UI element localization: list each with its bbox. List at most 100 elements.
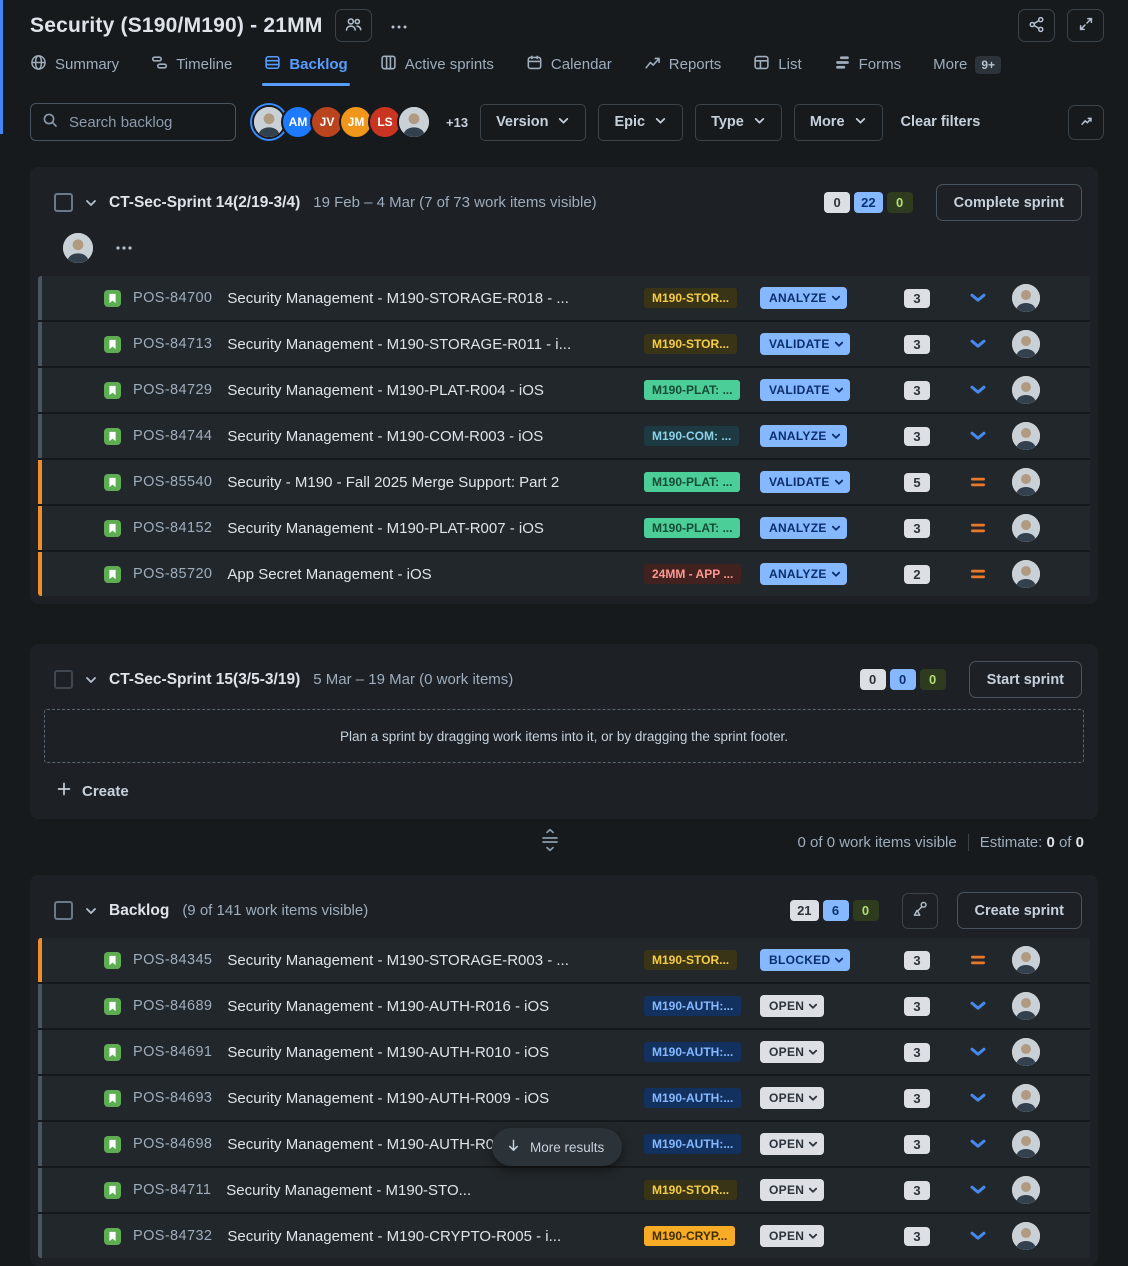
issue-title[interactable]: Security Management - M190-STORAGE-R018 … <box>227 290 644 307</box>
work-item-row[interactable]: POS-84732 Security Management - M190-CRYP… <box>38 1212 1090 1258</box>
assignee-avatar[interactable] <box>1012 376 1040 404</box>
tab-more[interactable]: More 9+ <box>933 56 1001 85</box>
estimate-badge[interactable]: 3 <box>904 335 929 354</box>
issue-title[interactable]: Security Management - M190-CRYPTO-R005 -… <box>227 1228 644 1245</box>
assignee-avatar[interactable] <box>1012 1038 1040 1066</box>
assignee-avatar[interactable] <box>1012 1176 1040 1204</box>
epic-tag[interactable]: M190-STOR... <box>644 334 737 354</box>
estimate-badge[interactable]: 3 <box>904 1135 929 1154</box>
search-input[interactable] <box>67 113 224 132</box>
issue-title[interactable]: Security Management - M190-COM-R003 - iO… <box>227 428 644 445</box>
estimate-badge[interactable]: 3 <box>904 427 929 446</box>
sprint-assignee-avatar[interactable] <box>63 233 93 263</box>
status-dropdown[interactable]: VALIDATE <box>760 379 850 401</box>
issue-title[interactable]: Security Management - M190-PLAT-R007 - i… <box>227 520 644 537</box>
work-item-row[interactable]: POS-84711 Security Management - M190-STO.… <box>38 1166 1090 1212</box>
view-settings-button[interactable] <box>902 893 938 929</box>
work-item-row[interactable]: POS-84345 Security Management - M190-STOR… <box>38 938 1090 982</box>
status-dropdown[interactable]: OPEN <box>760 1087 824 1109</box>
sprint-name[interactable]: CT-Sec-Sprint 14(2/19-3/4) <box>109 194 300 212</box>
assignee-avatar[interactable] <box>1012 946 1040 974</box>
estimate-badge[interactable]: 3 <box>904 519 929 538</box>
more-results-button[interactable]: More results <box>492 1128 622 1166</box>
status-dropdown[interactable]: ANALYZE <box>760 287 847 309</box>
issue-key[interactable]: POS-84698 <box>133 1136 212 1152</box>
user-avatar[interactable] <box>397 105 431 139</box>
epic-tag[interactable]: M190-AUTH:... <box>644 1134 741 1154</box>
status-dropdown[interactable]: ANALYZE <box>760 425 847 447</box>
avatar-overflow-count[interactable]: +13 <box>446 115 468 130</box>
status-dropdown[interactable]: VALIDATE <box>760 333 850 355</box>
estimate-badge[interactable]: 3 <box>904 1089 929 1108</box>
select-all-checkbox[interactable] <box>54 193 73 212</box>
assignee-avatar[interactable] <box>1012 1130 1040 1158</box>
issue-key[interactable]: POS-85720 <box>133 566 212 582</box>
epic-tag[interactable]: 24MM - APP ... <box>644 564 741 584</box>
assignee-avatar[interactable] <box>1012 330 1040 358</box>
issue-key[interactable]: POS-84732 <box>133 1228 212 1244</box>
issue-key[interactable]: POS-84693 <box>133 1090 212 1106</box>
work-item-row[interactable]: POS-84693 Security Management - M190-AUTH… <box>38 1074 1090 1120</box>
issue-title[interactable]: Security Management - M190-AUTH-R009 - i… <box>227 1090 644 1107</box>
assignee-avatar[interactable] <box>1012 992 1040 1020</box>
status-dropdown[interactable]: BLOCKED <box>760 949 850 971</box>
estimate-badge[interactable]: 3 <box>904 951 929 970</box>
epic-tag[interactable]: M190-PLAT: ... <box>644 518 740 538</box>
status-dropdown[interactable]: OPEN <box>760 1041 824 1063</box>
type-filter-dropdown[interactable]: Type <box>695 104 782 141</box>
issue-key[interactable]: POS-84729 <box>133 382 212 398</box>
status-dropdown[interactable]: OPEN <box>760 1225 824 1247</box>
status-dropdown[interactable]: OPEN <box>760 995 824 1017</box>
issue-key[interactable]: POS-84152 <box>133 520 212 536</box>
estimate-badge[interactable]: 3 <box>904 997 929 1016</box>
more-filter-dropdown[interactable]: More <box>794 104 883 141</box>
select-all-checkbox[interactable] <box>54 670 73 689</box>
epic-tag[interactable]: M190-PLAT: ... <box>644 380 740 400</box>
assignee-avatar[interactable] <box>1012 560 1040 588</box>
work-item-row[interactable]: POS-85540 Security - M190 - Fall 2025 Mer… <box>38 458 1090 504</box>
tab-reports[interactable]: Reports <box>644 54 722 86</box>
epic-tag[interactable]: M190-AUTH:... <box>644 1042 741 1062</box>
sprint-resize-handle-icon[interactable] <box>538 827 562 853</box>
epic-tag[interactable]: M190-STOR... <box>644 288 737 308</box>
epic-tag[interactable]: M190-STOR... <box>644 950 737 970</box>
insights-button[interactable] <box>1068 105 1104 140</box>
share-button[interactable] <box>1018 9 1055 42</box>
sprint-name[interactable]: CT-Sec-Sprint 15(3/5-3/19) <box>109 671 300 689</box>
collapse-chevron-icon[interactable] <box>84 904 98 918</box>
tab-summary[interactable]: Summary <box>30 54 119 86</box>
select-all-checkbox[interactable] <box>54 901 73 920</box>
start-sprint-button[interactable]: Start sprint <box>969 661 1082 698</box>
epic-tag[interactable]: M190-AUTH:... <box>644 996 741 1016</box>
issue-key[interactable]: POS-84713 <box>133 336 212 352</box>
tab-active-sprints[interactable]: Active sprints <box>380 54 494 86</box>
issue-key[interactable]: POS-84711 <box>133 1182 211 1198</box>
issue-title[interactable]: Security Management - M190-STORAGE-R003 … <box>227 952 644 969</box>
collaborators-button[interactable] <box>335 9 372 42</box>
work-item-row[interactable]: POS-84689Security Management - M190-AUTH… <box>38 982 1090 1028</box>
clear-filters-button[interactable]: Clear filters <box>895 114 987 130</box>
estimate-badge[interactable]: 5 <box>904 473 929 492</box>
issue-title[interactable]: App Secret Management - iOS <box>227 566 644 583</box>
epic-tag[interactable]: M190-STOR... <box>644 1180 737 1200</box>
issue-title[interactable]: Security - M190 - Fall 2025 Merge Suppor… <box>227 474 644 491</box>
issue-key[interactable]: POS-84744 <box>133 428 212 444</box>
create-work-item-button[interactable]: Create <box>38 767 137 811</box>
work-item-row[interactable]: POS-84700Security Management - M190-STOR… <box>38 276 1090 320</box>
status-dropdown[interactable]: ANALYZE <box>760 517 847 539</box>
tab-list[interactable]: List <box>753 54 801 86</box>
issue-key[interactable]: POS-85540 <box>133 474 212 490</box>
estimate-badge[interactable]: 3 <box>904 1227 929 1246</box>
assignee-avatar[interactable] <box>1012 514 1040 542</box>
estimate-badge[interactable]: 2 <box>904 565 929 584</box>
tab-forms[interactable]: Forms <box>834 54 902 86</box>
issue-title[interactable]: Security Management - M190-STO... <box>226 1182 644 1199</box>
issue-key[interactable]: POS-84691 <box>133 1044 212 1060</box>
status-dropdown[interactable]: OPEN <box>760 1133 824 1155</box>
complete-sprint-button[interactable]: Complete sprint <box>936 184 1082 221</box>
sprint-avatars-overflow-button[interactable] <box>109 233 139 263</box>
issue-key[interactable]: POS-84345 <box>133 952 212 968</box>
assignee-avatar[interactable] <box>1012 1222 1040 1250</box>
estimate-badge[interactable]: 3 <box>904 1181 929 1200</box>
collapse-chevron-icon[interactable] <box>84 673 98 687</box>
